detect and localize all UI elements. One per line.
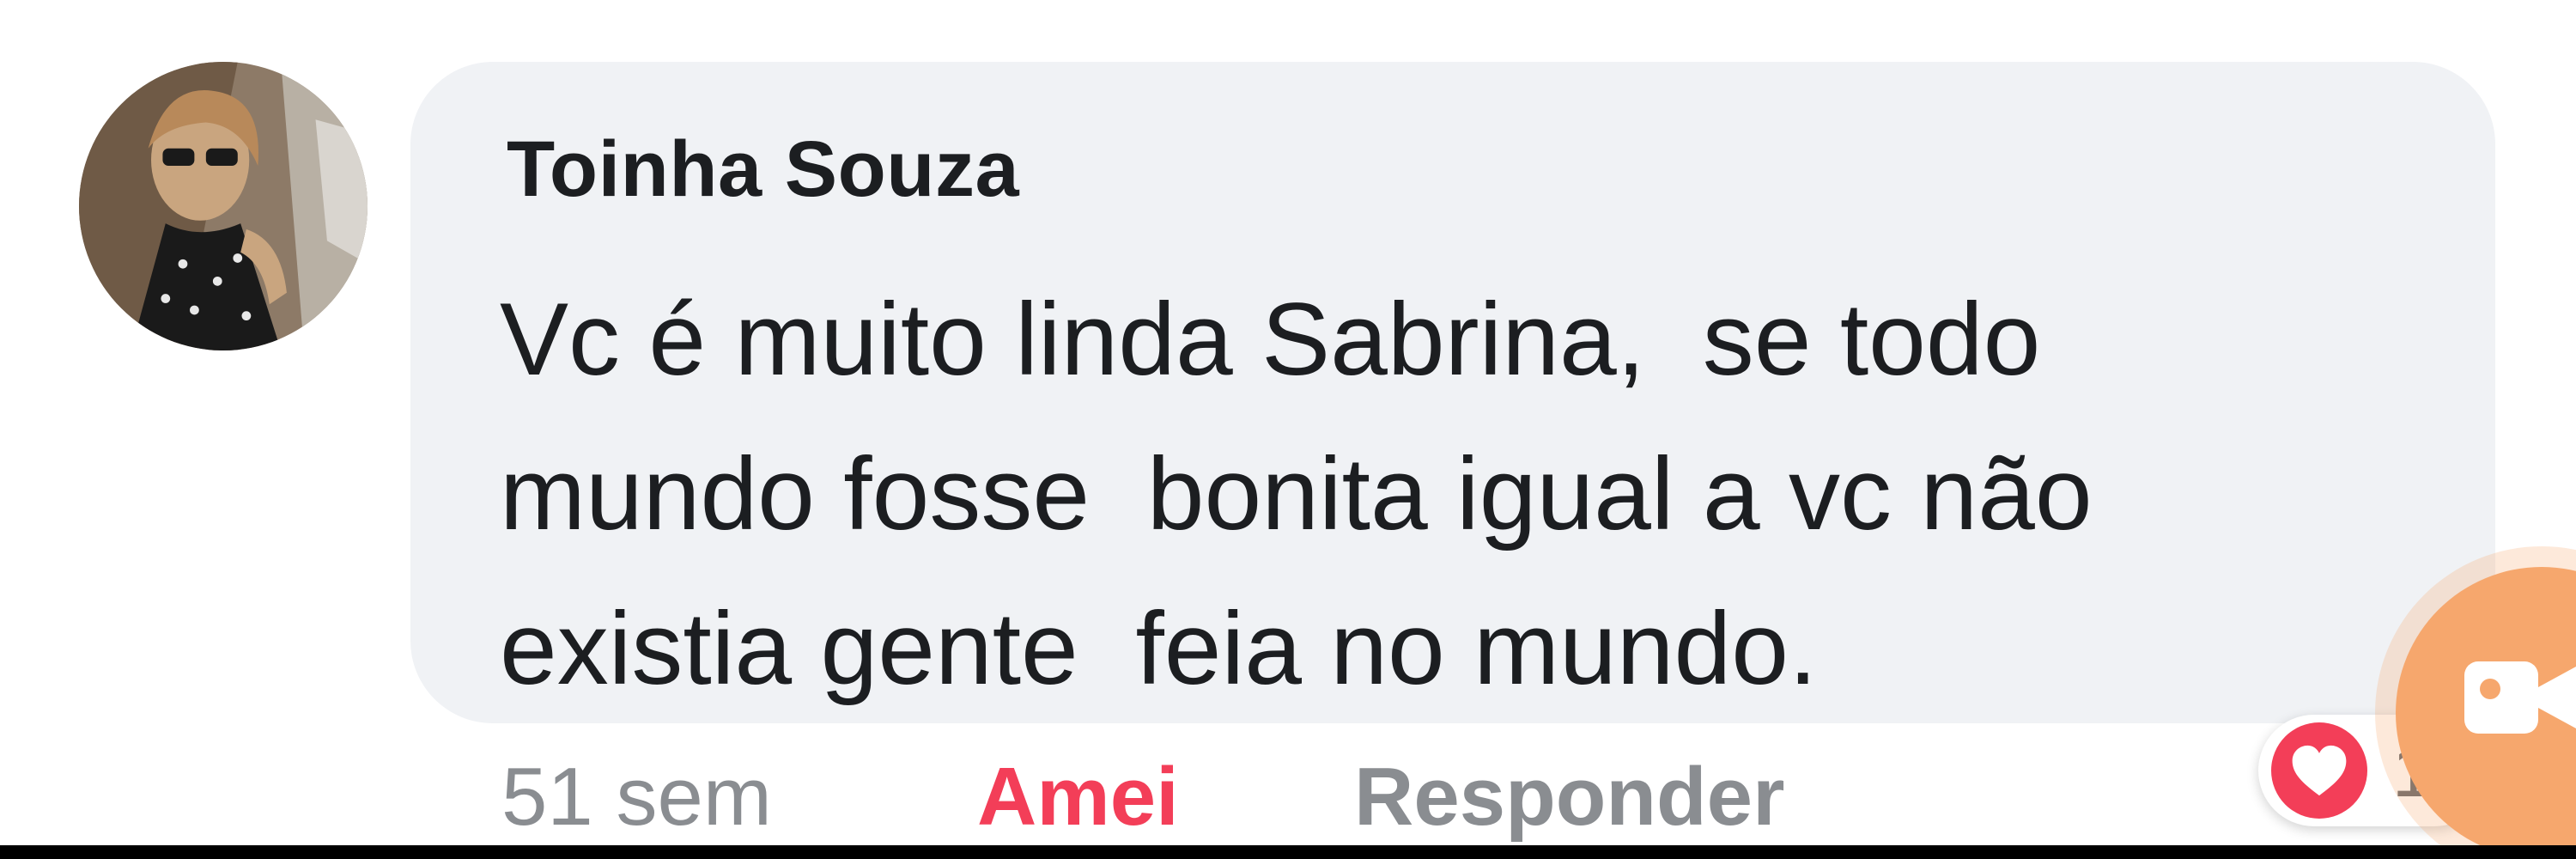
love-reaction-button[interactable]: Amei: [977, 749, 1179, 845]
avatar[interactable]: [79, 62, 368, 350]
comment-author[interactable]: Toinha Souza: [507, 125, 1019, 215]
comment-screen: Toinha Souza Vc é muito linda Sabrina, s…: [0, 0, 2576, 859]
bottom-edge: [0, 845, 2576, 859]
video-camera-icon: [2464, 655, 2576, 740]
comment-timestamp[interactable]: 51 sem: [501, 749, 772, 845]
reply-button[interactable]: Responder: [1354, 749, 1784, 845]
heart-icon: [2271, 722, 2367, 819]
comment-text: Vc é muito linda Sabrina, se todo mundo …: [500, 282, 2093, 706]
